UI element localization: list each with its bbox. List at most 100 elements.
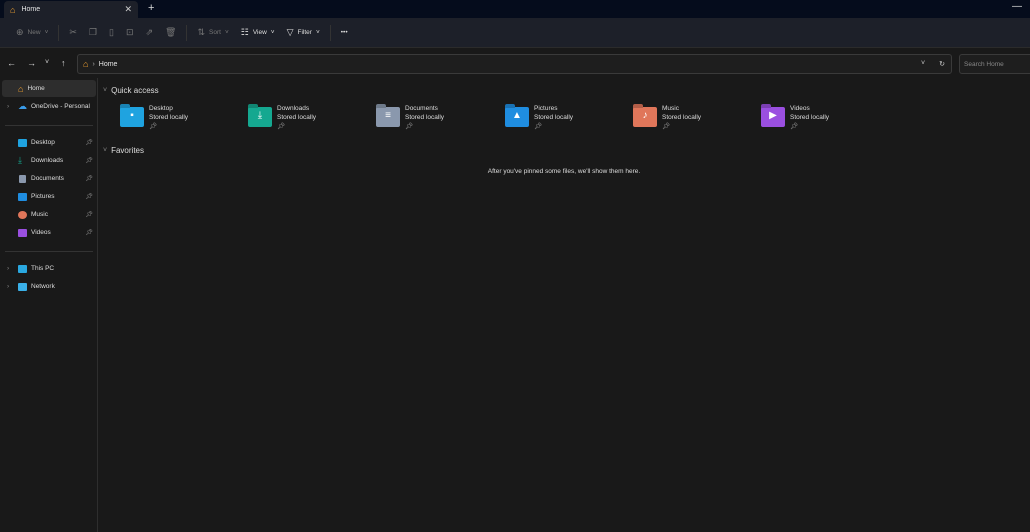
- divider: [58, 24, 60, 41]
- chevron-down-icon: ˅: [103, 87, 108, 94]
- minimize-button[interactable]: —: [1012, 1, 1022, 12]
- breadcrumb-chevron-icon: ›: [92, 60, 95, 68]
- sort-icon: ⇅: [197, 27, 206, 37]
- filter-button[interactable]: ▽ Filter ˅: [281, 23, 326, 43]
- sidebar-label: Music: [31, 211, 48, 218]
- tab-title: Home: [21, 6, 41, 13]
- pin-icon[interactable]: 📌︎: [85, 175, 93, 182]
- more-icon: •••: [340, 29, 348, 36]
- chevron-down-icon: ˅: [270, 29, 275, 36]
- breadcrumb-home[interactable]: Home: [99, 61, 118, 68]
- sort-button[interactable]: ⇅ Sort ˅: [191, 23, 234, 43]
- filter-label: Filter: [297, 29, 312, 36]
- address-bar[interactable]: ⌂ › Home ˅ ↻: [77, 54, 952, 74]
- sidebar-label: Network: [31, 283, 55, 290]
- pin-icon[interactable]: 📌︎: [85, 229, 93, 236]
- sidebar-item-onedrive[interactable]: › ☁ OneDrive - Personal: [2, 98, 96, 115]
- navigation-pane: ⌂ Home › ☁ OneDrive - Personal Desktop 📌︎ ⤓ D…: [0, 78, 98, 532]
- pin-icon[interactable]: 📌︎: [85, 157, 93, 164]
- delete-button[interactable]: 🗑︎: [159, 23, 182, 43]
- pin-icon: 📌︎: [790, 123, 799, 130]
- quick-access-item-desktop[interactable]: ▪ Desktop Stored locally 📌︎: [120, 104, 188, 131]
- pin-icon: 📌︎: [277, 123, 286, 130]
- computer-icon: [18, 264, 27, 273]
- new-button[interactable]: ⊕ New ˅: [10, 23, 54, 43]
- up-icon[interactable]: ↑: [61, 58, 66, 68]
- sidebar-item-network[interactable]: › Network: [2, 278, 96, 295]
- recent-chevron-icon[interactable]: ˅: [45, 59, 49, 66]
- item-name: Downloads: [277, 105, 310, 112]
- favorites-empty-message: After you've pinned some files, we'll sh…: [487, 168, 641, 175]
- quick-access-item-videos[interactable]: ▶ Videos Stored locally 📌︎: [761, 104, 829, 131]
- sidebar-item-downloads[interactable]: ⤓ Downloads 📌︎: [2, 152, 96, 169]
- favorites-header[interactable]: ˅ Favorites: [103, 146, 144, 155]
- sidebar-label: This PC: [31, 265, 55, 272]
- forward-icon[interactable]: →: [27, 58, 36, 68]
- copy-button[interactable]: ❐: [83, 23, 103, 43]
- view-label: View: [252, 29, 267, 36]
- command-bar: ⊕ New ˅ ✂ ❐ ▯ ⊡ ⇗ 🗑︎ ⇅ Sort ˅ ☷ View ˅ ▽ Filter…: [0, 18, 1030, 48]
- item-status: Stored locally: [405, 114, 445, 121]
- chevron-down-icon: ˅: [315, 29, 320, 36]
- more-options-button[interactable]: •••: [335, 23, 354, 43]
- sidebar-label: OneDrive - Personal: [31, 103, 90, 110]
- downloads-folder-icon: ⤓: [248, 107, 272, 127]
- paste-button[interactable]: ▯: [103, 23, 120, 43]
- back-icon[interactable]: ←: [7, 58, 16, 68]
- rename-button[interactable]: ⊡: [120, 23, 140, 43]
- new-label: New: [27, 29, 41, 36]
- document-icon: [19, 174, 26, 183]
- sidebar-item-pictures[interactable]: Pictures 📌︎: [2, 188, 96, 205]
- close-tab-icon[interactable]: ✕: [124, 4, 132, 15]
- chevron-down-icon[interactable]: ˅: [921, 60, 925, 68]
- quick-access-item-music[interactable]: ♪ Music Stored locally 📌︎: [633, 104, 701, 131]
- item-status: Stored locally: [662, 114, 702, 121]
- chevron-right-icon[interactable]: ›: [7, 265, 9, 272]
- quick-access-header[interactable]: ˅ Quick access: [103, 86, 159, 95]
- sort-label: Sort: [209, 29, 221, 36]
- tab-home[interactable]: ⌂ Home ✕: [4, 1, 138, 18]
- divider: [186, 24, 188, 41]
- quick-access-item-pictures[interactable]: ▲ Pictures Stored locally 📌︎: [505, 104, 573, 131]
- network-icon: [18, 282, 27, 291]
- pictures-folder-icon: ▲: [505, 107, 529, 127]
- pin-icon: 📌︎: [662, 123, 671, 130]
- sidebar-item-videos[interactable]: Videos 📌︎: [2, 224, 96, 241]
- quick-access-item-documents[interactable]: ≡ Documents Stored locally 📌︎: [376, 104, 444, 131]
- section-title: Favorites: [111, 146, 144, 155]
- sidebar-label: Videos: [31, 229, 51, 236]
- pin-icon[interactable]: 📌︎: [85, 211, 93, 218]
- home-icon: ⌂: [10, 4, 16, 15]
- sidebar-label: Home: [27, 85, 45, 92]
- search-input[interactable]: Search Home: [959, 54, 1030, 74]
- trash-icon: 🗑︎: [165, 27, 177, 37]
- sidebar-item-music[interactable]: Music 📌︎: [2, 206, 96, 223]
- rename-icon: ⊡: [125, 27, 134, 37]
- quick-access-item-downloads[interactable]: ⤓ Downloads Stored locally 📌︎: [248, 104, 316, 131]
- chevron-right-icon[interactable]: ›: [7, 103, 9, 110]
- refresh-icon[interactable]: ↻: [939, 60, 945, 68]
- share-button[interactable]: ⇗: [139, 23, 159, 43]
- new-tab-button[interactable]: +: [148, 2, 154, 14]
- section-title: Quick access: [111, 86, 159, 95]
- pin-icon[interactable]: 📌︎: [85, 139, 93, 146]
- download-icon: ⤓: [18, 155, 22, 165]
- item-name: Videos: [790, 105, 810, 112]
- title-bar: [0, 0, 1030, 18]
- sidebar-item-this-pc[interactable]: › This PC: [2, 260, 96, 277]
- scissors-icon: ✂: [69, 27, 77, 37]
- desktop-folder-icon: ▪: [120, 107, 144, 127]
- cut-button[interactable]: ✂: [63, 23, 83, 43]
- chevron-down-icon: ˅: [224, 29, 229, 36]
- pictures-icon: [18, 192, 27, 201]
- divider: [5, 125, 93, 126]
- copy-icon: ❐: [88, 27, 97, 37]
- pin-icon[interactable]: 📌︎: [85, 193, 93, 200]
- sidebar-item-desktop[interactable]: Desktop 📌︎: [2, 134, 96, 151]
- item-status: Stored locally: [790, 114, 830, 121]
- item-name: Desktop: [149, 105, 173, 112]
- view-button[interactable]: ☷ View ˅: [235, 23, 281, 43]
- sidebar-label: Documents: [31, 175, 64, 182]
- chevron-right-icon[interactable]: ›: [7, 283, 9, 290]
- sidebar-item-home[interactable]: ⌂ Home: [2, 80, 96, 97]
